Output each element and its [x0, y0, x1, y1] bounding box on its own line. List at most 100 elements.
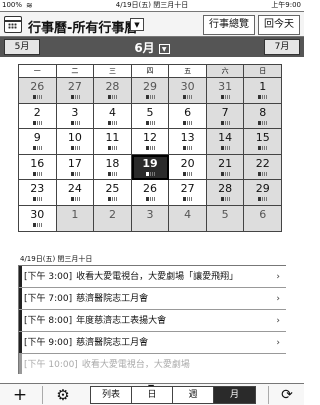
weekday-label: 日	[244, 65, 283, 78]
weekday-label: 三	[94, 65, 132, 78]
day-cell[interactable]: 16	[19, 154, 57, 181]
day-cell[interactable]: 1	[244, 78, 283, 104]
day-cell[interactable]: 26	[131, 180, 170, 206]
event-marker-icon	[33, 222, 36, 227]
page-title[interactable]: 行事曆-所有行事曆	[28, 17, 137, 36]
day-cell[interactable]: 11	[94, 129, 132, 155]
day-cell[interactable]: 31	[206, 78, 245, 104]
event-indicator	[74, 95, 81, 99]
agenda-item[interactable]: [下午 9:00] 慈濟醫院志工月會 ›	[19, 332, 286, 354]
day-cell[interactable]: 13	[169, 129, 207, 155]
event-marker-icon	[108, 146, 112, 151]
toolbar-divider	[42, 386, 43, 404]
day-cell[interactable]: 30	[19, 205, 57, 232]
day-cell[interactable]: 7	[206, 103, 245, 130]
calendar-filter-dropdown[interactable]: ▼	[130, 18, 144, 31]
day-number: 5	[221, 207, 229, 221]
day-cell[interactable]: 2	[19, 103, 57, 130]
day-cell[interactable]: 30	[169, 78, 207, 104]
day-cell[interactable]: 28	[94, 78, 132, 104]
day-cell[interactable]: 23	[19, 180, 57, 206]
event-indicator	[149, 197, 156, 202]
week-row: 16 17 18 19 20 21 22	[19, 154, 283, 181]
tab-month[interactable]: 月	[214, 387, 255, 403]
status-clock: 上午9:00	[271, 1, 301, 9]
week-row: 9 10 11 12 13 14 15	[19, 129, 283, 155]
day-cell[interactable]: 29	[244, 180, 283, 206]
selected-day-cell[interactable]: 19	[131, 154, 170, 181]
day-cell[interactable]: 10	[56, 129, 95, 155]
day-cell[interactable]: 14	[206, 129, 245, 155]
agenda-item[interactable]: [下午 8:00] 年度慈濟志工表揚大會 ›	[19, 310, 286, 332]
event-marker-icon	[258, 95, 262, 99]
event-indicator	[37, 120, 43, 125]
tab-day[interactable]: 日	[132, 387, 173, 403]
overview-button[interactable]: 行事總覽	[203, 15, 255, 35]
current-month[interactable]: 6月 ▼	[0, 39, 304, 56]
event-marker-icon	[70, 95, 74, 99]
event-marker-icon	[220, 146, 224, 151]
add-event-icon[interactable]: +	[10, 386, 30, 404]
event-title: 收看大愛電視台，大愛劇場「讓愛飛翔」	[76, 272, 239, 282]
day-number: 10	[67, 131, 82, 145]
day-cell[interactable]: 15	[244, 129, 283, 155]
day-cell[interactable]: 2	[94, 205, 132, 232]
event-title: 慈濟醫院志工月會	[76, 338, 149, 348]
next-month-button[interactable]: 7月	[264, 39, 300, 55]
day-cell[interactable]: 27	[56, 78, 95, 104]
event-indicator	[262, 171, 269, 176]
event-marker-icon	[33, 197, 36, 202]
tab-week[interactable]: 週	[173, 387, 214, 403]
day-cell[interactable]: 4	[169, 205, 207, 232]
event-indicator	[187, 146, 194, 151]
agenda-item[interactable]: [下午 10:00] 收看大愛電視台，大愛劇場	[19, 354, 286, 374]
week-row: 2 3 4 5 6 7 8	[19, 103, 283, 130]
day-cell[interactable]: 22	[244, 154, 283, 181]
sync-icon[interactable]: ⟳	[276, 386, 298, 404]
event-indicator	[74, 120, 81, 125]
event-indicator	[112, 171, 119, 176]
status-datetime: 4/19日(五) 閏三月十日	[115, 1, 189, 9]
day-number: 4	[184, 207, 192, 221]
event-time: [下午 3:00]	[24, 272, 73, 282]
day-cell[interactable]: 12	[131, 129, 170, 155]
event-marker-icon	[33, 171, 36, 176]
day-cell[interactable]: 20	[169, 154, 207, 181]
event-marker-icon	[258, 197, 262, 202]
day-cell[interactable]: 5	[131, 103, 170, 130]
event-time: [下午 9:00]	[24, 338, 73, 348]
day-cell[interactable]: 26	[19, 78, 57, 104]
day-cell[interactable]: 24	[56, 180, 95, 206]
day-cell[interactable]: 28	[206, 180, 245, 206]
event-title: 慈濟醫院志工月會	[76, 294, 149, 304]
event-marker-icon	[183, 95, 187, 99]
event-marker-icon	[33, 120, 36, 125]
day-number: 2	[108, 207, 116, 221]
agenda-item[interactable]: [下午 3:00] 收看大愛電視台，大愛劇場「讓愛飛翔」 ›	[19, 266, 286, 288]
agenda-list: [下午 3:00] 收看大愛電視台，大愛劇場「讓愛飛翔」 › [下午 7:00] 慈濟醫…	[18, 266, 286, 374]
gear-icon[interactable]: ⚙	[52, 386, 74, 404]
day-cell[interactable]: 18	[94, 154, 132, 181]
day-cell[interactable]: 25	[94, 180, 132, 206]
month-dropdown-icon[interactable]: ▼	[158, 44, 170, 54]
day-cell[interactable]: 17	[56, 154, 95, 181]
day-cell[interactable]: 9	[19, 129, 57, 155]
day-cell[interactable]: 8	[244, 103, 283, 130]
day-cell[interactable]: 4	[94, 103, 132, 130]
agenda-item[interactable]: [下午 7:00] 慈濟醫院志工月會 ›	[19, 288, 286, 310]
day-cell[interactable]: 1	[56, 205, 95, 232]
day-number: 6	[259, 207, 267, 221]
chevron-right-icon: ›	[276, 272, 280, 282]
tab-list[interactable]: 列表	[91, 387, 132, 403]
day-cell[interactable]: 3	[131, 205, 170, 232]
event-marker-icon	[220, 171, 224, 176]
day-cell[interactable]: 6	[244, 205, 283, 232]
day-cell[interactable]: 6	[169, 103, 207, 130]
day-cell[interactable]: 3	[56, 103, 95, 130]
day-cell[interactable]: 21	[206, 154, 245, 181]
today-button[interactable]: 回今天	[258, 15, 300, 35]
day-cell[interactable]: 27	[169, 180, 207, 206]
day-cell[interactable]: 5	[206, 205, 245, 232]
day-cell[interactable]: 29	[131, 78, 170, 104]
event-indicator	[224, 197, 231, 202]
